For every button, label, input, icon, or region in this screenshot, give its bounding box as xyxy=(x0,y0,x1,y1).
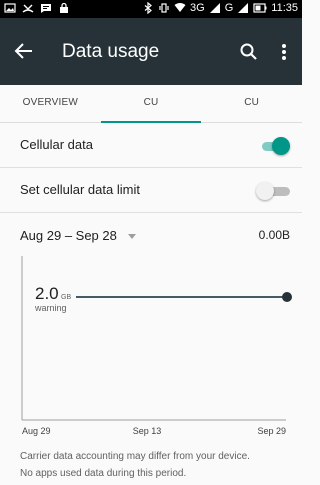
app-bar: Data usage xyxy=(0,18,302,88)
wifi-icon xyxy=(174,3,186,12)
bluetooth-icon xyxy=(144,2,152,14)
page-title: Data usage xyxy=(62,41,160,62)
data-limit-row[interactable]: Set cellular data limit xyxy=(0,169,302,213)
x-tick-label: Aug 29 xyxy=(22,426,51,436)
more-options-icon[interactable] xyxy=(276,41,292,63)
tab-bar: OVERVIEW CU CU xyxy=(0,85,302,123)
status-left xyxy=(4,2,70,14)
back-arrow-icon[interactable] xyxy=(12,39,36,63)
footer-line: No apps used data during this period. xyxy=(20,468,187,479)
battery-icon xyxy=(253,3,267,13)
cellular-data-row[interactable]: Cellular data xyxy=(0,124,302,168)
network-type-1: 3G xyxy=(190,2,205,14)
footer-line: Carrier data accounting may differ from … xyxy=(20,451,250,462)
usage-chart: 2.0 GB warning Aug 29 Sep 13 Sep 29 xyxy=(21,256,292,436)
signal-icon-2 xyxy=(238,3,249,13)
image-icon xyxy=(4,3,16,13)
missed-call-icon xyxy=(22,4,34,13)
data-limit-label: Set cellular data limit xyxy=(20,182,140,197)
data-limit-switch[interactable] xyxy=(256,181,290,201)
signal-icon xyxy=(209,3,220,13)
footer-note: Carrier data accounting may differ from … xyxy=(20,448,300,482)
status-right: 3G G 11:35 xyxy=(142,2,298,14)
warning-label: warning xyxy=(34,303,67,313)
switch-thumb xyxy=(272,137,290,155)
x-tick-label: Sep 29 xyxy=(257,426,286,436)
x-tick-label: Sep 13 xyxy=(133,426,162,436)
warning-value: 2.0 xyxy=(35,284,59,303)
vibrate-icon xyxy=(159,3,169,13)
status-bar: 3G G 11:35 xyxy=(0,0,302,18)
tab-cu-1[interactable]: CU xyxy=(100,85,202,123)
message-icon xyxy=(41,4,51,13)
search-icon[interactable] xyxy=(238,41,260,63)
tab-cu-2[interactable]: CU xyxy=(201,85,302,122)
lock-icon xyxy=(60,2,68,13)
cellular-data-label: Cellular data xyxy=(20,137,93,152)
warning-unit: GB xyxy=(61,294,71,301)
switch-thumb xyxy=(256,182,274,200)
clock: 11:35 xyxy=(271,2,298,14)
warning-handle[interactable] xyxy=(282,292,292,302)
network-type-2: G xyxy=(224,2,234,14)
tab-overview[interactable]: OVERVIEW xyxy=(0,85,101,122)
cellular-data-switch[interactable] xyxy=(256,136,290,156)
